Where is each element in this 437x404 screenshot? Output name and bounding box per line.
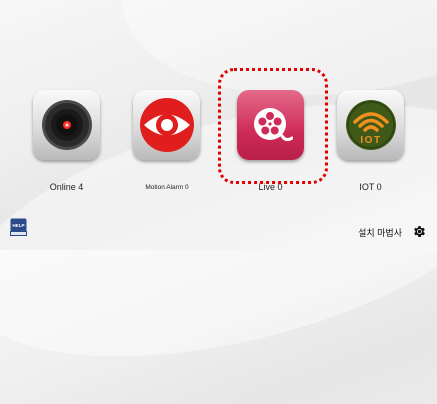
motion-alarm-label: Motion Alarm 0 <box>145 184 189 191</box>
settings-button[interactable] <box>412 224 427 239</box>
online-tile[interactable] <box>33 90 100 160</box>
online-label: Online 4 <box>49 182 84 192</box>
gear-icon <box>414 226 425 237</box>
iot-icon-text: IOT <box>360 135 381 146</box>
live-label: Live 0 <box>258 182 283 192</box>
live-tile[interactable] <box>237 90 304 160</box>
iot-label: IOT 0 <box>359 182 382 192</box>
film-reel-icon <box>253 108 293 142</box>
camera-lens-icon <box>41 100 92 150</box>
motion-alarm-tile[interactable] <box>133 90 200 160</box>
iot-wifi-icon: IOT <box>345 100 396 150</box>
help-button[interactable]: HELP <box>10 218 27 236</box>
help-book-icon: HELP <box>10 218 27 236</box>
eye-icon <box>139 98 194 152</box>
iot-tile[interactable]: IOT <box>337 90 404 160</box>
help-badge-text: HELP <box>12 223 24 228</box>
setup-wizard-link[interactable]: 설치 마법사 <box>358 226 402 239</box>
